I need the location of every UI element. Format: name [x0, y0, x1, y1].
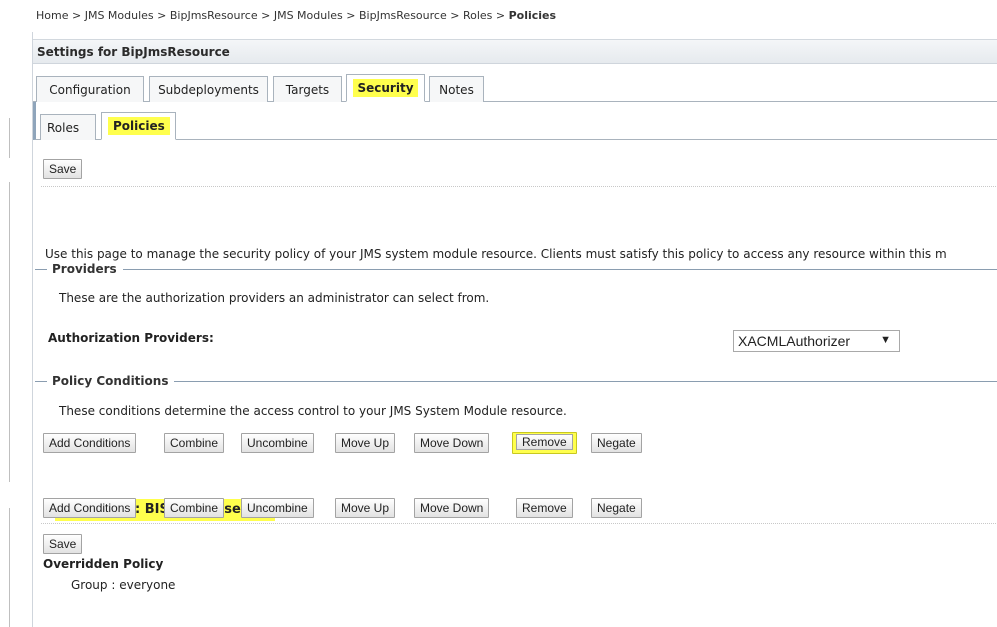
section-dash: [35, 381, 47, 382]
move-down-button[interactable]: Move Down: [414, 433, 490, 453]
subtab-policies[interactable]: Policies: [101, 112, 176, 140]
combine-button-bottom[interactable]: Combine: [164, 498, 225, 518]
add-conditions-button-bottom[interactable]: Add Conditions: [43, 498, 137, 518]
breadcrumb-jms-modules-2[interactable]: JMS Modules: [274, 9, 343, 22]
policy-conditions-text: These conditions determine the access co…: [59, 404, 567, 418]
breadcrumb-separator: >: [450, 9, 460, 22]
negate-button-bottom[interactable]: Negate: [591, 498, 642, 518]
add-conditions-button[interactable]: Add Conditions: [43, 433, 137, 453]
overridden-policy-title: Overridden Policy: [43, 557, 164, 571]
main-tab-bar: Configuration Subdeployments Targets Sec…: [33, 64, 997, 102]
breadcrumb-current: Policies: [508, 9, 557, 22]
tab-security-label: Security: [353, 79, 418, 97]
move-down-button-bottom[interactable]: Move Down: [414, 498, 490, 518]
move-up-button[interactable]: Move Up: [335, 433, 396, 453]
tab-configuration[interactable]: Configuration: [36, 76, 144, 102]
uncombine-button[interactable]: Uncombine: [241, 433, 314, 453]
authorization-providers-label: Authorization Providers:: [48, 331, 214, 345]
divider: [41, 186, 997, 187]
tab-targets[interactable]: Targets: [273, 76, 342, 102]
breadcrumb-separator: >: [261, 9, 271, 22]
remove-button-bottom[interactable]: Remove: [516, 498, 573, 518]
section-dash: [35, 269, 47, 270]
tab-security[interactable]: Security: [346, 74, 425, 102]
authorization-providers-select[interactable]: XACMLAuthorizer ▼: [733, 330, 900, 352]
breadcrumb-bipjmsresource-2[interactable]: BipJmsResource: [359, 9, 447, 22]
providers-text: These are the authorization providers an…: [59, 291, 490, 305]
breadcrumb-separator: >: [346, 9, 356, 22]
policy-conditions-section-header: Policy Conditions: [35, 374, 997, 390]
breadcrumb-home[interactable]: Home: [36, 9, 68, 22]
left-border-line: [9, 118, 10, 158]
left-border-line: [9, 508, 10, 627]
save-button[interactable]: Save: [43, 159, 83, 179]
subtab-policies-label: Policies: [108, 117, 170, 135]
policy-conditions-title: Policy Conditions: [52, 374, 175, 388]
page-title: Settings for BipJmsResource: [37, 45, 230, 59]
move-up-button-bottom[interactable]: Move Up: [335, 498, 396, 518]
authorization-providers-value: XACMLAuthorizer: [738, 333, 851, 349]
combine-button[interactable]: Combine: [164, 433, 225, 453]
breadcrumb-roles[interactable]: Roles: [463, 9, 492, 22]
left-border-line: [9, 182, 10, 482]
tab-subdeployments[interactable]: Subdeployments: [149, 76, 268, 102]
sub-tab-bar: Roles Policies: [33, 102, 997, 140]
uncombine-button-bottom[interactable]: Uncombine: [241, 498, 314, 518]
save-button-bottom[interactable]: Save: [43, 534, 83, 554]
settings-header: Settings for BipJmsResource: [33, 39, 997, 64]
breadcrumb-separator: >: [71, 9, 82, 22]
page-description: Use this page to manage the security pol…: [45, 247, 947, 261]
subtab-roles[interactable]: Roles: [40, 114, 96, 140]
breadcrumb: Home > JMS Modules > BipJmsResource > JM…: [36, 9, 556, 22]
divider: [41, 523, 997, 524]
providers-title: Providers: [52, 262, 123, 276]
remove-button[interactable]: Remove: [512, 432, 577, 454]
breadcrumb-separator: >: [157, 9, 167, 22]
breadcrumb-separator: >: [495, 9, 506, 22]
settings-panel: Settings for BipJmsResource Configuratio…: [32, 32, 997, 627]
breadcrumb-jms-modules[interactable]: JMS Modules: [85, 9, 154, 22]
overridden-policy-value: Group : everyone: [71, 578, 176, 592]
tab-notes[interactable]: Notes: [429, 76, 484, 102]
section-line: [52, 381, 997, 382]
negate-button[interactable]: Negate: [591, 433, 642, 453]
breadcrumb-bipjmsresource[interactable]: BipJmsResource: [170, 9, 258, 22]
providers-section-header: Providers: [35, 262, 997, 278]
dropdown-arrow-icon: ▼: [880, 334, 891, 346]
section-line: [52, 269, 997, 270]
remove-button-label: Remove: [516, 434, 573, 450]
